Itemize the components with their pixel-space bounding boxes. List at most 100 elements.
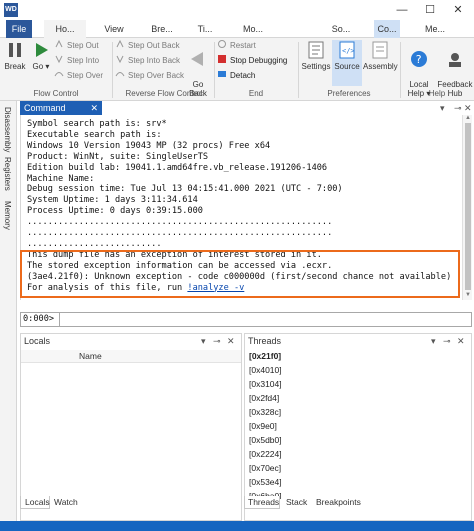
pin-icon[interactable]: ⊸ (213, 336, 221, 347)
ribbon: Break Go ▾ Step Out Step Into Step Over … (0, 38, 474, 101)
tab-source[interactable]: So... (327, 20, 355, 38)
ribbon-separator (400, 42, 401, 98)
ribbon-separator (298, 42, 299, 98)
reverse-flow-control-label: Reverse Flow Control (125, 89, 203, 98)
scroll-down-icon[interactable]: ▼ (463, 292, 473, 298)
go-back-icon (191, 52, 203, 66)
settings-icon (308, 41, 324, 59)
command-input-bar: 0:000> (20, 312, 472, 327)
feedback-icon (449, 53, 461, 67)
status-bar (0, 521, 474, 531)
assembly-icon (372, 41, 388, 59)
exception-highlight-box (20, 250, 460, 298)
tab-stack[interactable]: Stack (286, 496, 314, 509)
tab-memory[interactable]: Me... (418, 20, 452, 38)
thread-item[interactable]: [0x5db0] (249, 435, 282, 445)
tab-registers[interactable]: Registers (3, 157, 12, 191)
threads-pane: Threads ▾ ⊸ ✕ [0x21f0] [0x4010] [0x3104]… (244, 333, 472, 521)
tab-watch[interactable]: Watch (54, 496, 84, 509)
tab-command-window[interactable]: Command ✕ (20, 101, 102, 115)
threads-tabs: Threads Stack Breakpoints (244, 496, 472, 509)
tab-view[interactable]: View (97, 20, 131, 38)
detach-button[interactable]: Detach (217, 69, 255, 83)
thread-item[interactable]: [0x9e0] (249, 421, 277, 431)
tab-locals[interactable]: Locals (20, 496, 50, 509)
close-pane-icon[interactable]: ✕ (457, 336, 465, 347)
command-input[interactable] (59, 313, 471, 326)
tab-time-travel[interactable]: Ti... (190, 20, 220, 38)
dropdown-icon[interactable]: ▾ (201, 336, 206, 347)
column-name[interactable]: Name (79, 351, 102, 361)
thread-item[interactable]: [0x70ec] (249, 463, 281, 473)
source-button[interactable]: </> Source (332, 40, 362, 86)
step-over-back-icon (115, 72, 125, 77)
flow-control-label: Flow Control (33, 89, 79, 98)
locals-pane: Locals ▾ ⊸ ✕ Name (20, 333, 242, 521)
minimize-button[interactable]: — (388, 0, 416, 20)
dropdown-icon[interactable]: ▾ (440, 101, 445, 115)
thread-item[interactable]: [0x4010] (249, 365, 282, 375)
step-into-back-icon (116, 55, 124, 64)
scroll-thumb[interactable] (465, 123, 471, 290)
detach-icon (218, 71, 226, 77)
ribbon-tabs: File Ho... View Bre... Ti... Mo... So...… (0, 20, 474, 38)
restart-button[interactable]: Restart (217, 39, 256, 53)
tab-breakpoints-pane[interactable]: Breakpoints (316, 496, 366, 509)
help-icon: ? (411, 51, 427, 67)
tab-file[interactable]: File (6, 20, 32, 38)
command-scrollbar[interactable]: ▲ ▼ (462, 115, 472, 300)
tab-model[interactable]: Mo... (230, 20, 276, 38)
pause-icon (9, 43, 21, 57)
locals-title: Locals (24, 336, 51, 346)
source-code-icon: </> (339, 41, 355, 59)
stop-icon (218, 55, 226, 63)
restart-icon (218, 40, 226, 48)
threads-title: Threads (248, 336, 282, 346)
command-header: Command ✕ ▾ ⊸ ✕ (20, 101, 472, 115)
pin-icon[interactable]: ⊸ (443, 336, 451, 347)
tab-command[interactable]: Co... (374, 20, 400, 38)
go-button[interactable]: Go ▾ (30, 40, 52, 71)
pin-icon[interactable]: ⊸ (454, 101, 462, 115)
step-into-back-button[interactable]: Step Into Back (115, 54, 180, 68)
tab-disassembly[interactable]: Disassembly (3, 107, 12, 152)
end-group-label: End (248, 89, 264, 98)
ribbon-separator (112, 42, 113, 98)
thread-item[interactable]: [0x328c] (249, 407, 281, 417)
close-pane-icon[interactable]: ✕ (464, 101, 472, 115)
maximize-button[interactable]: ☐ (416, 0, 444, 20)
tab-memory-side[interactable]: Memory (3, 201, 12, 230)
assembly-button[interactable]: Assembly (363, 40, 398, 71)
step-into-icon (55, 55, 63, 64)
step-over-icon (54, 72, 64, 77)
svg-text:</>: </> (342, 47, 355, 55)
break-button[interactable]: Break (2, 40, 28, 71)
thread-item[interactable]: [0x3104] (249, 379, 282, 389)
settings-button[interactable]: Settings (300, 40, 332, 71)
thread-item[interactable]: [0x2224] (249, 449, 282, 459)
step-out-button[interactable]: Step Out (54, 39, 99, 53)
thread-item[interactable]: [0x2fd4] (249, 393, 279, 403)
step-into-button[interactable]: Step Into (54, 54, 99, 68)
play-icon (36, 43, 48, 57)
tab-breakpoints[interactable]: Bre... (143, 20, 181, 38)
close-button[interactable]: ✕ (444, 0, 472, 20)
thread-item[interactable]: [0x53e4] (249, 477, 282, 487)
step-over-button[interactable]: Step Over (54, 69, 103, 83)
ribbon-separator (214, 42, 215, 98)
scroll-up-icon[interactable]: ▲ (463, 115, 473, 121)
step-over-back-button[interactable]: Step Over Back (115, 69, 184, 83)
stop-debugging-button[interactable]: Stop Debugging (217, 54, 287, 68)
dropdown-icon[interactable]: ▾ (431, 336, 436, 347)
side-tabs: Disassembly Registers Memory (0, 101, 17, 521)
step-out-back-button[interactable]: Step Out Back (115, 39, 180, 53)
tab-threads[interactable]: Threads (244, 496, 280, 509)
title-bar: WD — ☐ ✕ (0, 0, 474, 20)
close-pane-icon[interactable]: ✕ (227, 336, 235, 347)
close-tab-icon[interactable]: ✕ (90, 101, 98, 115)
tab-home[interactable]: Ho... (44, 20, 86, 38)
step-out-back-icon (116, 39, 124, 48)
thread-item[interactable]: [0x21f0] (249, 351, 281, 361)
svg-text:?: ? (416, 53, 422, 66)
locals-column-header[interactable]: Name (21, 350, 241, 363)
